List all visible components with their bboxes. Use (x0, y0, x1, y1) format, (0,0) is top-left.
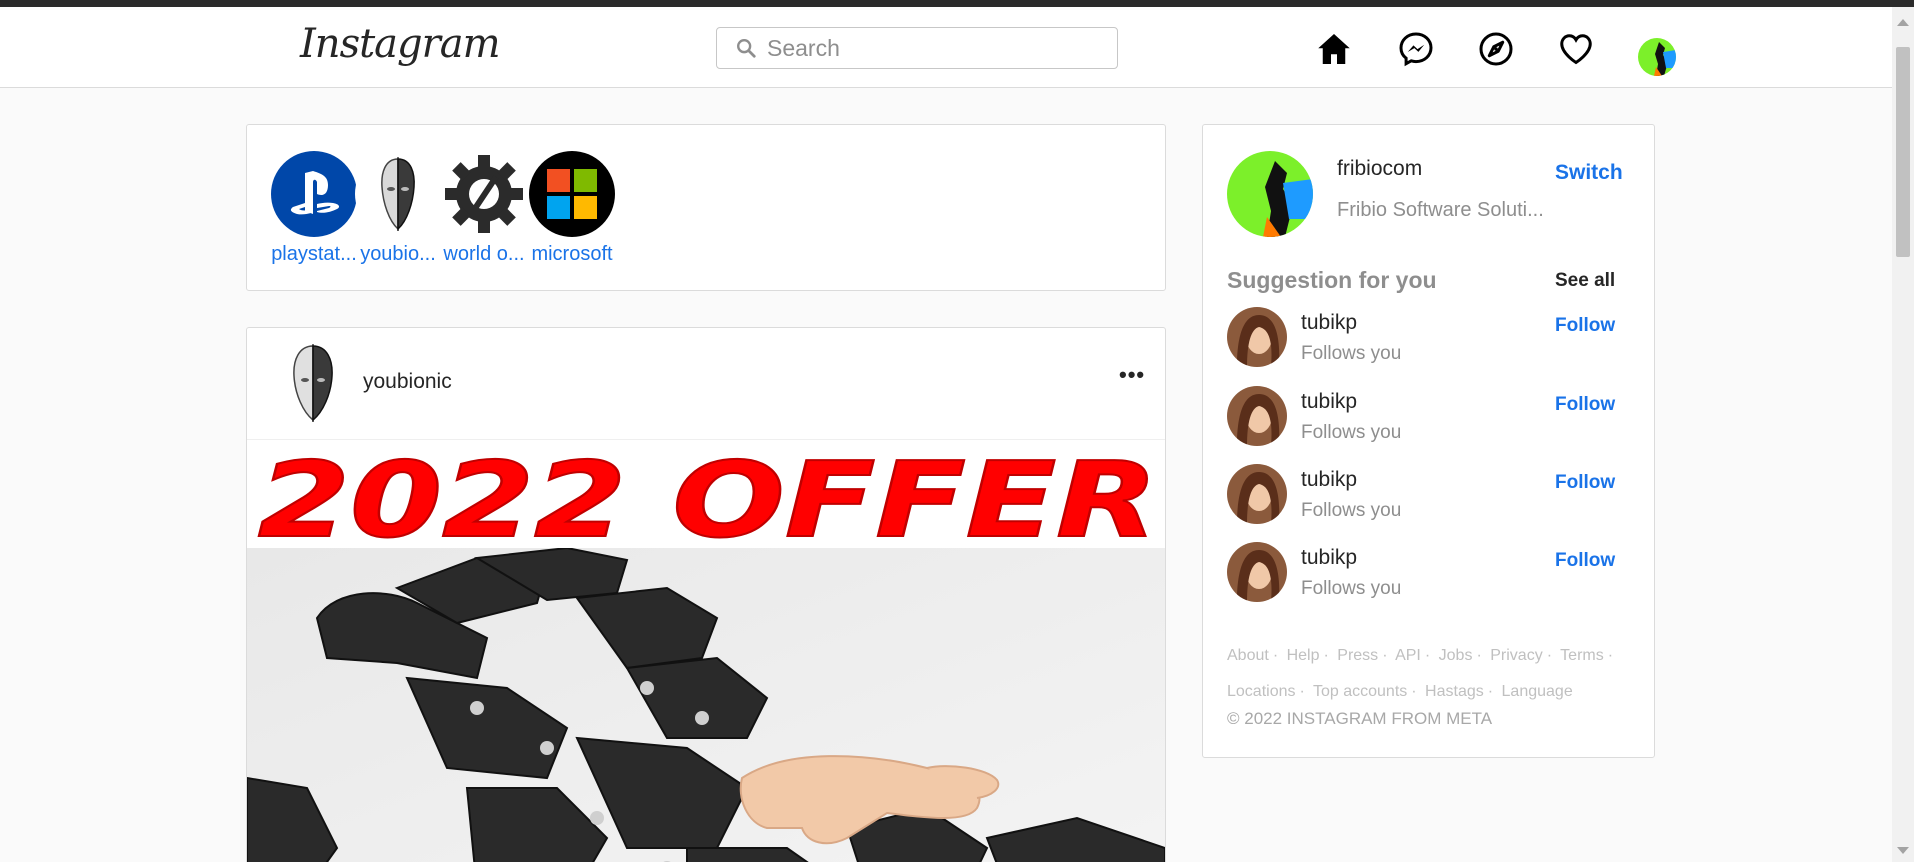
current-user-avatar[interactable] (1227, 151, 1313, 237)
suggestion-item: tubikp Follows you Follow (1227, 464, 1637, 526)
page-scrollbar[interactable] (1892, 7, 1914, 862)
gear-logo (441, 151, 527, 237)
story-label: youbio... (360, 243, 436, 265)
footer-links-row-1: About · Help · Press · API · Jobs · Privacy · … (1227, 647, 1614, 664)
footer-link[interactable]: About (1227, 647, 1269, 664)
story-item[interactable]: youbio... (353, 151, 443, 266)
switch-account-button[interactable]: Switch (1555, 161, 1623, 185)
story-label: microsoft (531, 243, 613, 265)
search-icon (737, 39, 756, 58)
suggestions-heading: Suggestion for you (1227, 267, 1437, 293)
copyright: © 2022 INSTAGRAM FROM META (1227, 709, 1493, 728)
search-input[interactable] (767, 34, 1097, 62)
heart-icon[interactable] (1556, 29, 1596, 69)
post-author-avatar[interactable] (283, 342, 343, 424)
footer-link[interactable]: Privacy (1490, 647, 1542, 664)
footer-link[interactable]: Top accounts (1313, 683, 1407, 700)
footer-link[interactable]: Jobs (1439, 647, 1473, 664)
offer-banner: 2022 OFFER (257, 440, 1159, 550)
post-header: youbionic ••• (247, 328, 1165, 440)
home-icon[interactable] (1314, 29, 1354, 69)
suggestion-username[interactable]: tubikp (1301, 390, 1357, 414)
suggestion-item: tubikp Follows you Follow (1227, 542, 1637, 604)
more-options-button[interactable]: ••• (1119, 362, 1145, 388)
robotic-hand-photo (247, 548, 1165, 862)
footer-link[interactable]: Locations (1227, 683, 1296, 700)
footer-link[interactable]: API (1395, 647, 1421, 664)
microsoft-logo (529, 151, 615, 237)
footer-links-row-2: Locations · Top accounts · Hastags · Langua… (1227, 683, 1573, 700)
follow-button[interactable]: Follow (1555, 472, 1615, 494)
svg-text:2022 OFFER: 2022 OFFER (258, 440, 1158, 550)
suggestion-subtitle: Follows you (1301, 500, 1402, 521)
suggestion-username[interactable]: tubikp (1301, 468, 1357, 492)
post-image[interactable]: 2022 OFFER (247, 440, 1165, 862)
footer-link[interactable]: Press (1337, 647, 1378, 664)
sidebar-panel: fribiocom Fribio Software Soluti... Swit… (1202, 124, 1655, 758)
story-item[interactable]: microsoft (527, 151, 617, 266)
footer-link[interactable]: Terms (1560, 647, 1604, 664)
footer-link[interactable]: Hastags (1425, 683, 1484, 700)
suggestion-item: tubikp Follows you Follow (1227, 386, 1637, 448)
scrollbar-thumb[interactable] (1896, 47, 1910, 257)
suggestion-item: tubikp Follows you Follow (1227, 307, 1637, 369)
feed-post: youbionic ••• 2022 OFFER (246, 327, 1166, 862)
footer-link[interactable]: Help (1287, 647, 1320, 664)
messenger-icon[interactable] (1396, 29, 1436, 69)
suggestion-avatar[interactable] (1227, 464, 1287, 524)
scroll-up-arrow-icon[interactable] (1897, 19, 1909, 26)
suggestion-avatar[interactable] (1227, 386, 1287, 446)
suggestion-avatar[interactable] (1227, 307, 1287, 367)
playstation-logo (271, 151, 357, 237)
suggestion-username[interactable]: tubikp (1301, 546, 1357, 570)
story-item[interactable]: playstat... (269, 151, 359, 266)
follow-button[interactable]: Follow (1555, 550, 1615, 572)
search-box[interactable] (716, 27, 1118, 69)
current-user-fullname: Fribio Software Soluti... (1337, 199, 1544, 221)
suggestion-avatar[interactable] (1227, 542, 1287, 602)
see-all-link[interactable]: See all (1555, 270, 1615, 292)
follow-button[interactable]: Follow (1555, 315, 1615, 337)
follow-button[interactable]: Follow (1555, 394, 1615, 416)
suggestion-subtitle: Follows you (1301, 422, 1402, 443)
stories-tray: playstat... youbio... world o... microso… (246, 124, 1166, 291)
explore-icon[interactable] (1476, 29, 1516, 69)
story-label: playstat... (271, 243, 357, 265)
profile-avatar[interactable] (1638, 38, 1676, 76)
scroll-down-arrow-icon[interactable] (1897, 847, 1909, 854)
browser-top-strip (0, 0, 1914, 7)
post-username[interactable]: youbionic (363, 370, 452, 394)
suggestion-username[interactable]: tubikp (1301, 311, 1357, 335)
suggestion-subtitle: Follows you (1301, 578, 1402, 599)
instagram-logo[interactable]: Instagram (300, 21, 501, 67)
suggestion-subtitle: Follows you (1301, 343, 1402, 364)
story-item[interactable]: world o... (439, 151, 529, 266)
current-username[interactable]: fribiocom (1337, 157, 1422, 181)
story-label: world o... (443, 243, 525, 265)
top-navbar: Instagram (0, 7, 1892, 88)
youbionic-face-logo (355, 151, 441, 237)
footer-link[interactable]: Language (1502, 683, 1573, 700)
